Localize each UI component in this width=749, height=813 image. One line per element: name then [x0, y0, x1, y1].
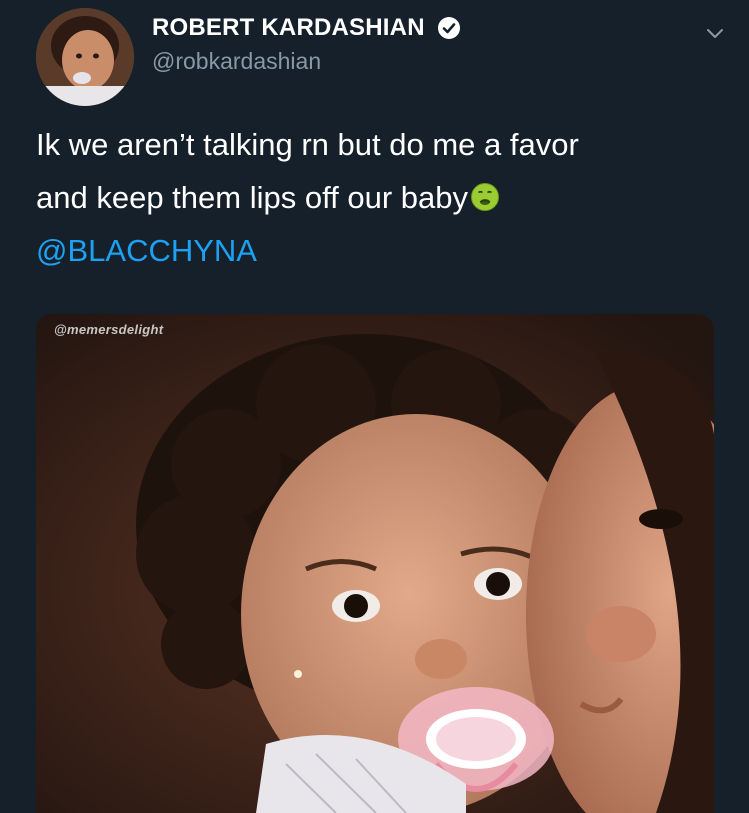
- display-name[interactable]: ROBERT KARDASHIAN: [152, 14, 425, 42]
- tweet-text-line-2-wrap: and keep them lips off our baby: [36, 171, 726, 224]
- tweet-text-line-1: Ik we aren’t talking rn but do me a favo…: [36, 127, 579, 162]
- author-names: ROBERT KARDASHIAN @robkardashian: [152, 14, 461, 75]
- avatar-image: [36, 8, 134, 106]
- tweet-header: ROBERT KARDASHIAN @robkardashian: [36, 8, 726, 106]
- baby-photo: [36, 314, 714, 813]
- tweet-media-image[interactable]: @memersdelight: [36, 314, 714, 813]
- user-handle[interactable]: @robkardashian: [152, 48, 461, 75]
- mention-link[interactable]: @BLACCHYNA: [36, 224, 726, 277]
- avatar[interactable]: [36, 8, 134, 106]
- nauseated-face-icon: [470, 175, 500, 211]
- watermark: @memersdelight: [54, 322, 164, 337]
- tweet-text-line-2: and keep them lips off our baby: [36, 180, 468, 215]
- tweet-card: ROBERT KARDASHIAN @robkardashian Ik we a…: [0, 0, 749, 813]
- verified-badge-icon: [437, 16, 461, 40]
- tweet-text: Ik we aren’t talking rn but do me a favo…: [36, 118, 726, 277]
- chevron-down-icon[interactable]: [704, 22, 726, 44]
